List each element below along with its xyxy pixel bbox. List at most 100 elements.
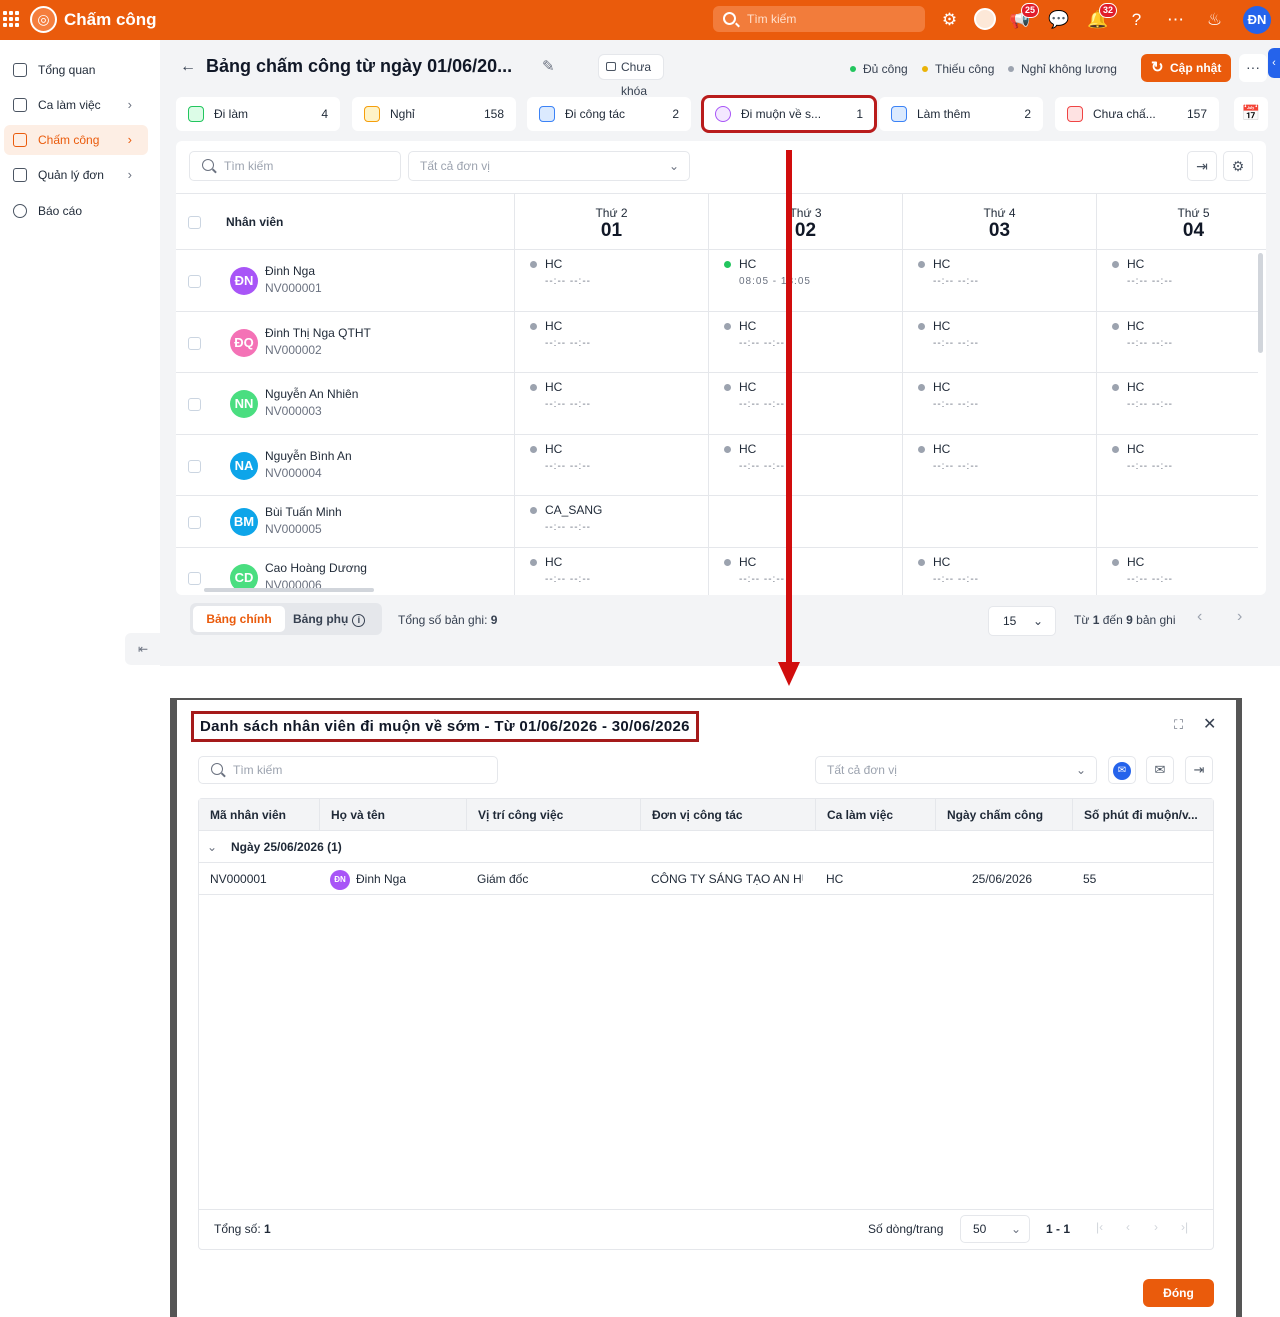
col-date[interactable]: Ngày chấm công [935,799,1072,831]
chevron-down-icon: ⌄ [207,840,218,854]
table-row[interactable]: NN Nguyễn An Nhiên NV000003 HC --:-- --:-- HC… [176,373,1258,435]
calendar-settings-button[interactable]: 📅 [1234,97,1268,131]
modal-unit-select[interactable]: Tất cả đơn vị ⌄ [815,756,1097,784]
stat-card-business-trip[interactable]: Đi công tác 2 [527,97,691,131]
close-button[interactable]: Đóng [1143,1279,1214,1307]
modal-search-input[interactable]: Tìm kiếm [198,756,498,784]
sidebar-item-shifts[interactable]: Ca làm việc › [4,90,148,120]
day-cell[interactable]: HC --:-- --:-- [514,435,708,496]
export-icon[interactable]: ⇥ [1187,151,1217,181]
table-settings-icon[interactable]: ⚙ [1223,151,1253,181]
day-cell[interactable]: HC --:-- --:-- [514,373,708,435]
collapse-sidebar-button[interactable]: ⇤ [125,633,161,665]
announcement-icon[interactable]: 📢 25 [1009,3,1040,30]
col-employee-code[interactable]: Mã nhân viên [199,799,319,831]
side-panel-toggle[interactable]: ‹ [1268,48,1280,78]
global-search-input[interactable]: Tìm kiếm [713,6,925,32]
page-size-select[interactable]: 15 ⌄ [988,606,1056,636]
tab-sub-table[interactable]: Bảng phụ i [293,606,366,632]
close-icon[interactable]: ✕ [1203,714,1216,734]
next-page-icon[interactable]: › [1154,1220,1158,1234]
col-unit[interactable]: Đơn vị công tác [640,799,815,831]
expand-icon[interactable]: ⛶ [1174,717,1183,733]
check-times: --:-- --:-- [1127,461,1173,472]
back-arrow-icon[interactable]: ← [180,58,196,76]
row-checkbox[interactable] [188,336,201,350]
day-cell[interactable]: HC --:-- --:-- [514,250,708,312]
table-row[interactable]: ĐN Đinh Nga NV000001 HC --:-- --:-- HC 08:05 -… [176,250,1258,312]
help-icon[interactable]: ? [1126,9,1147,30]
day-cell[interactable]: HC --:-- --:-- [708,312,902,373]
lock-status-chip[interactable]: Chưa khóa [598,54,665,98]
settings-gear-icon[interactable]: ⚙ [939,9,960,30]
horizontal-scrollbar[interactable] [204,588,374,592]
user-photo-avatar[interactable] [974,8,996,30]
row-checkbox[interactable] [188,516,201,529]
sidebar-item-overview[interactable]: Tổng quan [4,55,148,85]
day-cell[interactable]: HC --:-- --:-- [1096,435,1280,496]
sidebar-item-timekeeping[interactable]: Chấm công › [4,125,148,155]
row-checkbox[interactable] [188,572,201,585]
stat-card-overtime[interactable]: Làm thêm 2 [879,97,1043,131]
stat-card-not-checked[interactable]: Chưa chấ... 157 [1055,97,1219,131]
day-cell[interactable]: HC --:-- --:-- [902,373,1096,435]
sidebar-item-requests[interactable]: Quản lý đơn › [4,160,148,190]
user-avatar[interactable]: ĐN [1243,6,1271,34]
chat-icon[interactable]: 💬 [1048,9,1069,30]
app-grid-icon[interactable] [3,11,19,27]
day-cell[interactable]: HC --:-- --:-- [708,435,902,496]
vertical-scrollbar[interactable] [1258,253,1263,353]
col-full-name[interactable]: Họ và tên [319,799,466,831]
day-cell[interactable]: HC --:-- --:-- [514,312,708,373]
export-icon[interactable]: ⇥ [1185,756,1213,784]
col-shift[interactable]: Ca làm việc [815,799,935,831]
day-cell[interactable] [902,496,1096,548]
next-page-icon[interactable]: › [1237,608,1242,626]
table-row[interactable]: NV000001 ĐN Đinh Nga Giám đốc CÔNG TY SÁN… [199,863,1213,895]
select-all-checkbox[interactable] [188,216,201,229]
table-row[interactable]: BM Bùi Tuấn Minh NV000005 CA_SANG --:-- --:-… [176,496,1258,548]
tab-main-table[interactable]: Bảng chính [193,606,285,632]
unit-filter-select[interactable]: Tất cả đơn vị ⌄ [408,151,690,181]
messenger-button[interactable]: ✉ [1108,756,1136,784]
avatar: NA [230,451,258,480]
first-page-icon[interactable]: |‹ [1096,1220,1103,1234]
day-cell[interactable] [708,496,902,548]
last-page-icon[interactable]: ›| [1181,1220,1188,1234]
col-late-minutes[interactable]: Số phút đi muộn/v... [1072,799,1213,831]
stat-card-late-early[interactable]: Đi muộn về s... 1 [701,95,877,133]
group-row[interactable]: ⌄ Ngày 25/06/2026 (1) [199,831,1213,863]
edit-pencil-icon[interactable]: ✎ [542,57,555,75]
stat-card-leave[interactable]: Nghỉ 158 [352,97,516,131]
day-cell[interactable]: HC --:-- --:-- [1096,373,1280,435]
table-row[interactable]: NA Nguyễn Bình An NV000004 HC --:-- --:-- HC -… [176,435,1258,496]
day-cell[interactable]: HC --:-- --:-- [1096,312,1280,373]
row-checkbox[interactable] [188,459,201,473]
day-cell[interactable]: HC --:-- --:-- [1096,250,1280,312]
row-checkbox[interactable] [188,275,201,288]
prev-page-icon[interactable]: ‹ [1197,608,1202,626]
day-cell[interactable]: HC --:-- --:-- [902,250,1096,312]
timesheet-search-input[interactable]: Tìm kiếm [189,151,401,181]
day-cell[interactable]: HC --:-- --:-- [708,373,902,435]
status-dot-icon [724,261,731,268]
day-cell[interactable]: HC --:-- --:-- [902,312,1096,373]
stat-card-working[interactable]: Đi làm 4 [176,97,340,131]
rows-per-page-select[interactable]: 50 ⌄ [960,1215,1030,1243]
bell-icon[interactable]: 🔔 32 [1087,3,1118,30]
status-dot-icon [530,323,537,330]
email-icon[interactable]: ✉ [1146,756,1174,784]
prev-page-icon[interactable]: ‹ [1126,1220,1130,1234]
more-apps-icon[interactable]: ⋯ [1165,9,1186,30]
lantern-icon[interactable]: ♨ [1204,9,1225,30]
row-checkbox[interactable] [188,398,201,411]
table-row[interactable]: ĐQ Đinh Thị Nga QTHT NV000002 HC --:-- --:--… [176,312,1258,373]
sidebar-item-reports[interactable]: Báo cáo [4,196,148,226]
day-cell[interactable]: HC --:-- --:-- [902,435,1096,496]
update-button[interactable]: Cập nhật [1141,54,1231,82]
more-options-button[interactable]: ··· [1239,54,1267,82]
day-cell[interactable] [1096,496,1280,548]
day-cell[interactable]: HC 08:05 - 18:05 [708,250,902,312]
col-position[interactable]: Vị trí công việc [466,799,640,831]
day-cell[interactable]: CA_SANG --:-- --:-- [514,496,708,548]
